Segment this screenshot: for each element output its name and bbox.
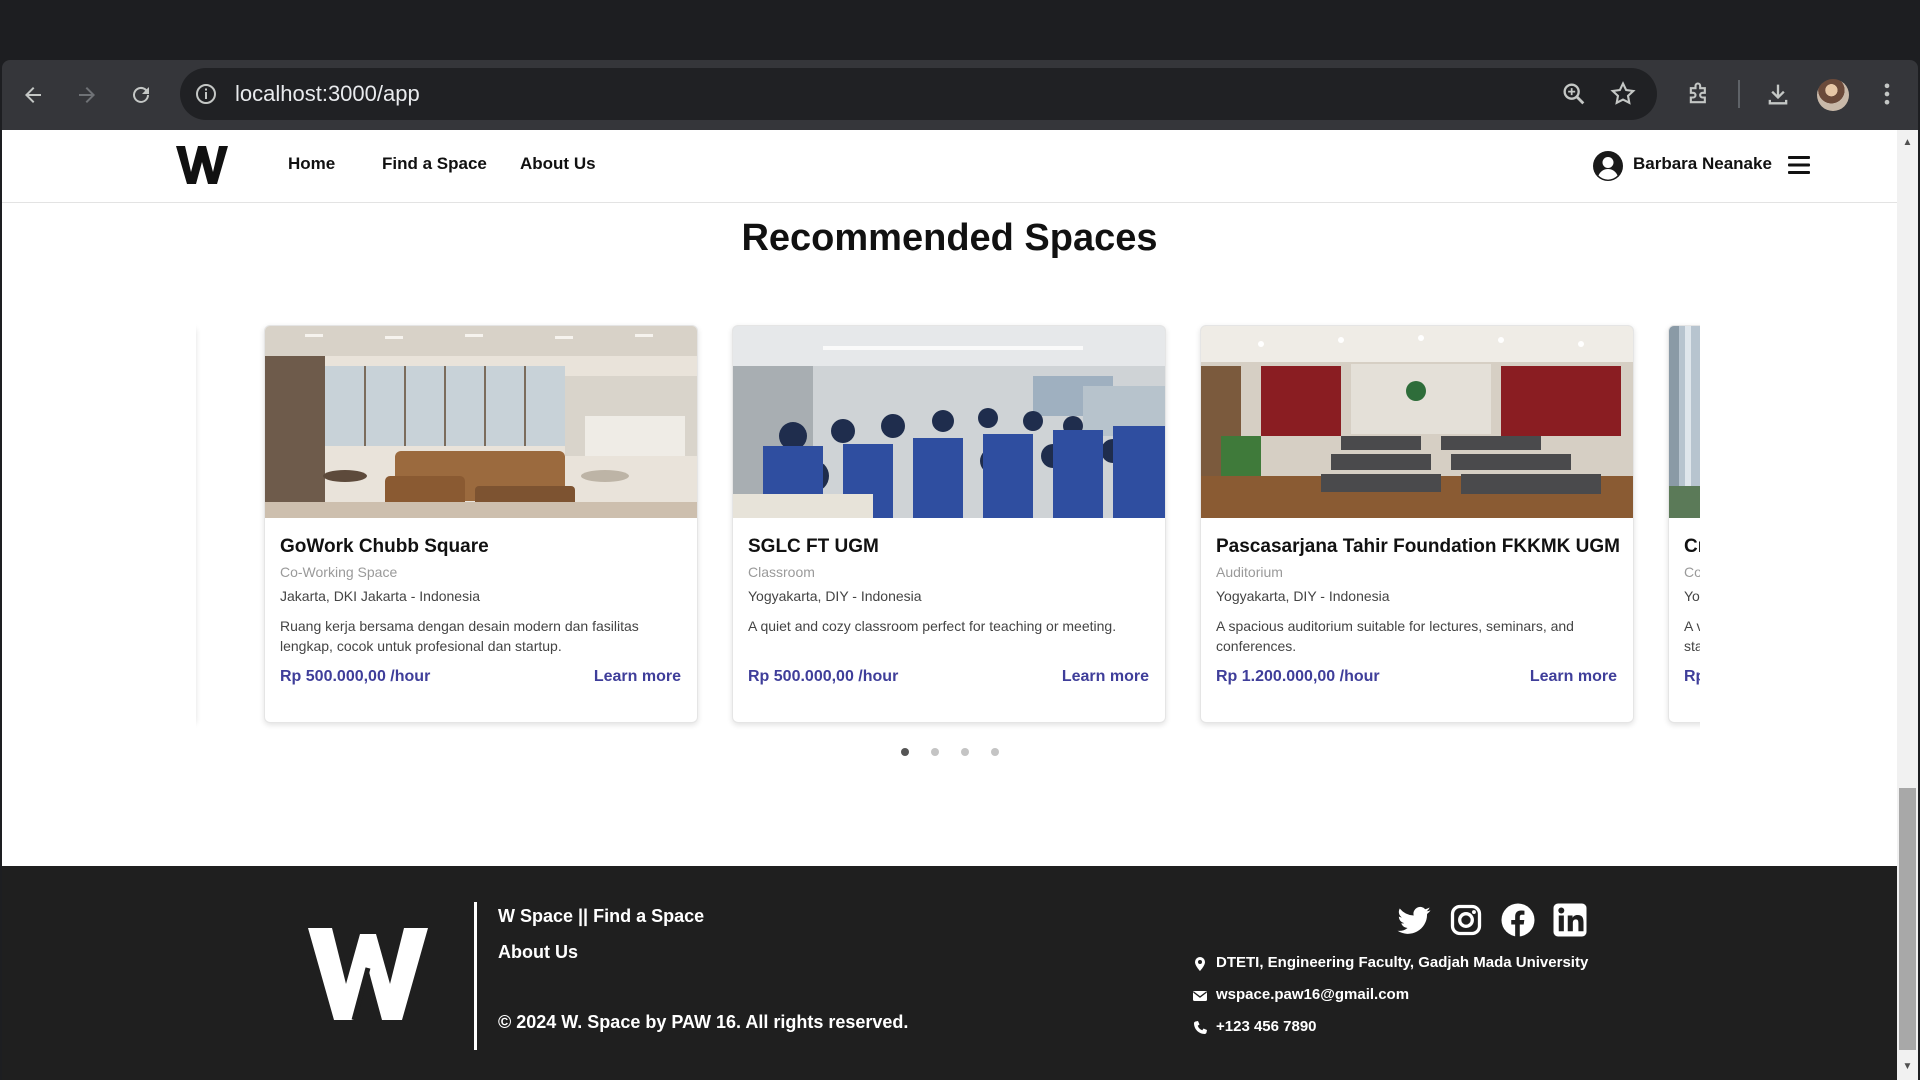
card-type: Auditorium [1216, 564, 1283, 580]
footer-link-about-us[interactable]: About Us [498, 942, 578, 963]
user-circle-icon[interactable] [1592, 150, 1624, 182]
card-price: Rp 500.000,00 /hour [280, 668, 431, 685]
card-description: A v sta [1684, 616, 1700, 656]
reload-button[interactable] [124, 78, 158, 112]
carousel-pagination [2, 748, 1897, 756]
site-footer: W Space || Find a Space About Us © 2024 … [2, 866, 1897, 1080]
nav-find-a-space[interactable]: Find a Space [382, 154, 487, 174]
map-pin-icon [1195, 957, 1205, 971]
carousel-dot[interactable] [990, 748, 999, 756]
footer-copyright: © 2024 W. Space by PAW 16. All rights re… [498, 1012, 909, 1032]
footer-link-find-space[interactable]: W Space || Find a Space [498, 906, 704, 927]
card-description: A quiet and cozy classroom perfect for t… [748, 618, 1117, 634]
facebook-icon[interactable] [1500, 902, 1536, 938]
w-logo-icon[interactable] [306, 924, 434, 1024]
download-icon[interactable] [1764, 80, 1792, 108]
reload-icon [133, 86, 149, 103]
page-viewport: Home Find a Space About Us Barbara Neana… [2, 130, 1897, 1080]
card-location: Yogyakarta, DIY - Indonesia [748, 588, 922, 604]
spaces-carousel: re [196, 322, 1700, 734]
card-description-line: sta [1684, 638, 1700, 654]
carousel-dot[interactable] [930, 748, 939, 756]
more-vert-icon[interactable] [1873, 80, 1901, 108]
card-location: Jakarta, DKI Jakarta - Indonesia [280, 588, 480, 604]
address-url[interactable]: localhost:3000/app [235, 80, 420, 108]
user-name[interactable]: Barbara Neanake [1633, 154, 1772, 174]
card-description: A spacious auditorium suitable for lectu… [1216, 618, 1574, 654]
space-card[interactable]: GoWork Chubb Square Co-Working Space Jak… [264, 325, 698, 723]
space-card[interactable]: Pascasarjana Tahir Foundation FKKMK UGM … [1200, 325, 1634, 723]
card-location: Yo [1684, 588, 1700, 604]
scroll-down-arrow-icon[interactable]: ▼ [1899, 1058, 1916, 1075]
space-card-image [1669, 326, 1700, 518]
card-type: Co-Working Space [280, 564, 398, 580]
scrollbar-thumb[interactable] [1899, 788, 1916, 1050]
footer-divider [474, 902, 477, 1050]
linkedin-icon[interactable] [1552, 902, 1588, 938]
card-title: Cr [1684, 536, 1700, 557]
extensions-icon[interactable] [1685, 80, 1713, 108]
phone-icon [1194, 1021, 1207, 1034]
arrow-left-icon [25, 87, 41, 103]
nav-about-us[interactable]: About Us [520, 154, 596, 174]
space-card-partial-right[interactable]: Cr Co Yo A v sta Rp [1668, 325, 1700, 723]
carousel-dot[interactable] [960, 748, 969, 756]
nav-home[interactable]: Home [288, 154, 335, 174]
card-title: Pascasarjana Tahir Foundation FKKMK UGM [1216, 536, 1620, 557]
card-type: Classroom [748, 564, 815, 580]
back-button[interactable] [16, 78, 50, 112]
scroll-up-arrow-icon[interactable]: ▲ [1899, 134, 1916, 151]
footer-email[interactable]: wspace.paw16@gmail.com [1216, 986, 1409, 1003]
envelope-icon [1193, 991, 1207, 1001]
browser-titlebar [0, 0, 1920, 60]
forward-button[interactable] [70, 78, 104, 112]
w-logo-icon[interactable] [175, 144, 229, 186]
site-header: Home Find a Space About Us Barbara Neana… [2, 130, 1897, 203]
footer-phone[interactable]: +123 456 7890 [1216, 1018, 1317, 1035]
section-title: Recommended Spaces [741, 217, 1158, 259]
card-title: SGLC FT UGM [748, 536, 879, 557]
card-description: Ruang kerja bersama dengan desain modern… [280, 618, 639, 654]
profile-avatar[interactable] [1817, 79, 1849, 111]
card-price: Rp 1.200.000,00 /hour [1216, 668, 1380, 685]
card-type: Co [1684, 564, 1700, 580]
space-card-image [265, 326, 697, 518]
info-icon[interactable] [194, 82, 218, 106]
carousel-dot[interactable] [900, 748, 909, 756]
zoom-icon[interactable] [1560, 80, 1588, 108]
space-card-image [733, 326, 1165, 518]
space-card[interactable]: SGLC FT UGM Classroom Yogyakarta, DIY - … [732, 325, 1166, 723]
card-description-line: A v [1684, 618, 1700, 634]
card-learn-more-link[interactable]: Learn more [1530, 668, 1617, 686]
card-title: GoWork Chubb Square [280, 536, 489, 557]
bookmark-star-icon[interactable] [1609, 80, 1637, 108]
card-price: Rp [1684, 668, 1700, 685]
card-price: Rp 500.000,00 /hour [748, 668, 899, 685]
arrow-right-icon [79, 87, 95, 103]
card-learn-more-link[interactable]: Learn more [594, 668, 681, 686]
instagram-icon[interactable] [1448, 902, 1484, 938]
footer-address: DTETI, Engineering Faculty, Gadjah Mada … [1216, 954, 1589, 971]
twitter-icon[interactable] [1396, 902, 1432, 938]
hamburger-menu-icon[interactable] [1786, 152, 1812, 178]
toolbar-separator [1738, 80, 1740, 108]
card-learn-more-link[interactable]: Learn more [1062, 668, 1149, 686]
space-card-image [1201, 326, 1633, 518]
card-location: Yogyakarta, DIY - Indonesia [1216, 588, 1390, 604]
